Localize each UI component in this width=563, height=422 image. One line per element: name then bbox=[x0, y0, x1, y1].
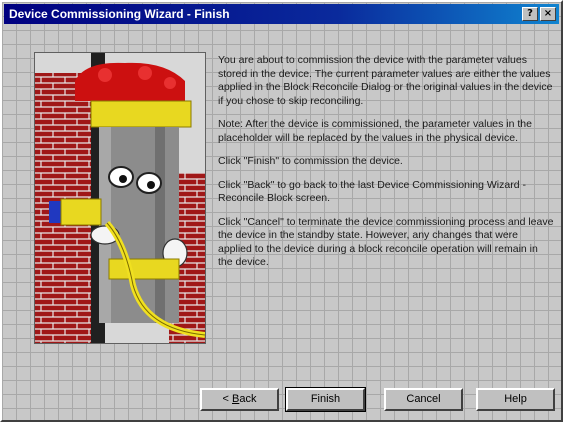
back-button-prefix: < bbox=[222, 393, 232, 405]
close-title-button[interactable]: × bbox=[540, 7, 556, 21]
device-cartoon-image bbox=[35, 53, 206, 343]
title-bar[interactable]: Device Commissioning Wizard - Finish ? × bbox=[4, 4, 559, 24]
paragraph-back: Click "Back" to go back to the last Devi… bbox=[218, 178, 526, 205]
finish-button[interactable]: Finish bbox=[285, 387, 366, 412]
title-bar-buttons: ? × bbox=[522, 7, 559, 21]
wizard-window: Device Commissioning Wizard - Finish ? × bbox=[0, 0, 563, 422]
yellow-collar bbox=[90, 100, 192, 128]
paragraph-intro: You are about to commission the device w… bbox=[218, 54, 553, 107]
paragraph-finish: Click "Finish" to commission the device. bbox=[218, 155, 403, 167]
back-button[interactable]: < Back bbox=[200, 388, 279, 411]
window-title: Device Commissioning Wizard - Finish bbox=[9, 7, 230, 21]
instructions-text: You are about to commission the device w… bbox=[218, 54, 554, 280]
cancel-button[interactable]: Cancel bbox=[384, 388, 463, 411]
wizard-illustration bbox=[34, 52, 206, 344]
blue-plug-icon bbox=[49, 198, 102, 226]
help-title-button[interactable]: ? bbox=[522, 7, 538, 21]
device-body-stripe bbox=[155, 127, 165, 323]
yellow-band bbox=[108, 258, 180, 280]
help-button[interactable]: Help bbox=[476, 388, 555, 411]
back-button-rest: ack bbox=[239, 393, 257, 405]
paragraph-note: Note: After the device is commissioned, … bbox=[218, 118, 532, 144]
paragraph-cancel: Click "Cancel" to terminate the device c… bbox=[218, 215, 554, 269]
